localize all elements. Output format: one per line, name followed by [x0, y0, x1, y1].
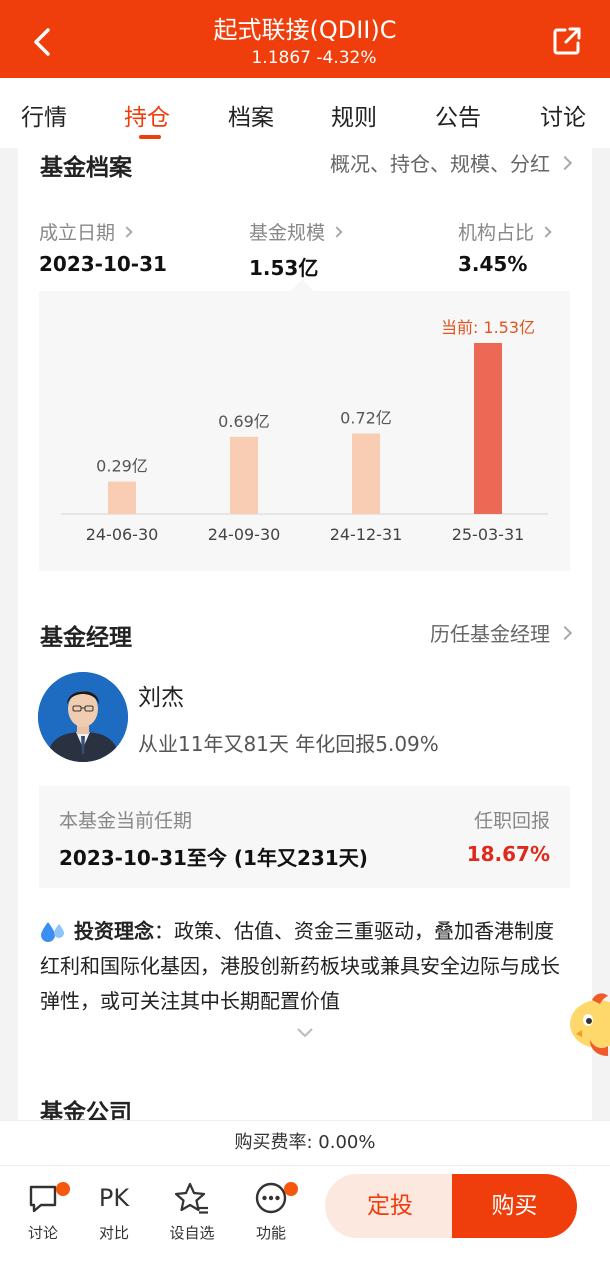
- stat-size-value: 1.53亿: [249, 256, 319, 280]
- tab-rules[interactable]: 规则: [331, 98, 377, 132]
- chart-bar[interactable]: [230, 436, 258, 514]
- bar-value-label: 0.69亿: [218, 412, 270, 431]
- chevron-right-icon: [121, 225, 133, 238]
- more-functions-button[interactable]: 功能: [236, 1180, 306, 1243]
- investment-philosophy: 投资理念：政策、估值、资金三重驱动，叠加香港制度红利和国际化基因，港股创新药板块…: [40, 914, 570, 1019]
- stat-size-label[interactable]: 基金规模: [249, 218, 343, 245]
- stat-label-text: 机构占比: [458, 222, 535, 244]
- tenure-return-value: 18.67%: [466, 842, 550, 866]
- chevron-right-icon: [331, 225, 343, 238]
- section-title-manager: 基金经理: [40, 625, 132, 651]
- fund-nav-change: 1.1867 -4.32%: [0, 48, 610, 68]
- share-icon: [553, 27, 581, 55]
- stat-label-text: 成立日期: [39, 222, 116, 244]
- stat-label-text: 基金规模: [249, 222, 326, 244]
- manager-history-link[interactable]: 历任基金经理: [430, 618, 573, 647]
- x-tick-label: 25-03-31: [452, 525, 525, 544]
- change-pct: -4.32%: [316, 48, 377, 68]
- bar-value-label: 0.29亿: [96, 457, 148, 476]
- stat-institution-value: 3.45%: [458, 252, 528, 276]
- active-tab-indicator: [139, 135, 161, 139]
- auto-invest-button[interactable]: 定投: [325, 1174, 455, 1238]
- add-watchlist-label: 设自选: [169, 1224, 215, 1242]
- more-functions-label: 功能: [255, 1224, 286, 1242]
- tab-announcements[interactable]: 公告: [435, 98, 481, 132]
- chevron-right-icon: [557, 625, 573, 640]
- pk-icon: PK: [98, 1184, 130, 1212]
- notification-dot: [284, 1182, 298, 1196]
- section-title-company: 基金公司: [40, 1100, 132, 1120]
- chevron-right-icon: [540, 225, 552, 238]
- stat-inception-value: 2023-10-31: [39, 252, 167, 276]
- tab-market[interactable]: 行情: [21, 98, 67, 132]
- discuss-button[interactable]: 讨论: [8, 1180, 78, 1243]
- tab-profile[interactable]: 档案: [228, 98, 274, 132]
- star-add-icon: [175, 1182, 208, 1214]
- x-tick-label: 24-06-30: [86, 525, 159, 544]
- profile-link-text: 概况、持仓、规模、分红: [330, 152, 550, 176]
- profile-detail-link[interactable]: 概况、持仓、规模、分红: [330, 148, 573, 177]
- manager-tenure-box: 本基金当前任期 2023-10-31至今 (1年又231天) 任职回报 18.6…: [39, 786, 570, 888]
- nav-value: 1.1867: [251, 48, 311, 68]
- tab-holdings[interactable]: 持仓: [124, 98, 170, 132]
- section-title-profile: 基金档案: [40, 155, 132, 181]
- tab-discussion[interactable]: 讨论: [540, 98, 586, 132]
- chevron-down-icon[interactable]: [297, 1028, 313, 1038]
- bar-value-label: 当前: 1.53亿: [441, 318, 535, 337]
- chat-icon: [29, 1185, 57, 1213]
- mascot-icon[interactable]: [568, 990, 610, 1056]
- chart-bar[interactable]: [352, 433, 380, 514]
- tenure-value: 2023-10-31至今 (1年又231天): [59, 846, 368, 870]
- x-tick-label: 24-12-31: [330, 525, 403, 544]
- purchase-fee-bar: 购买费率: 0.00%: [0, 1120, 610, 1165]
- add-watchlist-button[interactable]: 设自选: [157, 1180, 227, 1243]
- fund-title: 起式联接(QDII)C: [213, 16, 397, 44]
- fund-size-bar-chart: 0.29亿 24-06-30 0.69亿 24-09-30 0.72亿 24-12-31 当…: [61, 318, 548, 544]
- tab-bar: 行情 持仓 档案 规则 公告 讨论: [0, 78, 610, 148]
- stat-institution-label[interactable]: 机构占比: [458, 218, 552, 245]
- bottom-action-bar: 讨论 PK 对比 设自选 功能 定投 购买: [0, 1165, 610, 1270]
- tenure-label: 本基金当前任期: [59, 810, 193, 832]
- share-button[interactable]: [552, 26, 582, 56]
- philosophy-label: 投资理念: [74, 919, 154, 943]
- chart-bar[interactable]: [474, 343, 502, 514]
- more-icon: [255, 1182, 287, 1214]
- bar-value-label: 0.72亿: [340, 409, 392, 428]
- tenure-return-label: 任职回报: [473, 810, 550, 832]
- compare-label: 对比: [98, 1224, 129, 1242]
- buy-button[interactable]: 购买: [452, 1174, 577, 1238]
- manager-photo: [38, 672, 128, 762]
- stat-inception-label[interactable]: 成立日期: [39, 218, 133, 245]
- manager-experience: 从业11年又81天 年化回报5.09%: [138, 732, 439, 756]
- chart-bar[interactable]: [108, 481, 136, 514]
- fund-profile-card: 基金档案 概况、持仓、规模、分红 成立日期 2023-10-31 基金规模 1.…: [18, 148, 592, 1120]
- fund-size-chart: 0.29亿 24-06-30 0.69亿 24-09-30 0.72亿 24-12-31 当…: [39, 291, 570, 571]
- manager-name[interactable]: 刘杰: [138, 678, 184, 712]
- x-tick-label: 24-09-30: [208, 525, 281, 544]
- manager-avatar[interactable]: [38, 672, 128, 762]
- manager-history-text: 历任基金经理: [430, 622, 550, 646]
- compare-button[interactable]: PK 对比: [79, 1180, 149, 1243]
- discuss-label: 讨论: [27, 1224, 58, 1242]
- chevron-right-icon: [557, 155, 573, 170]
- top-header: 起式联接(QDII)C 1.1867 -4.32%: [0, 0, 610, 78]
- notification-dot: [56, 1182, 70, 1196]
